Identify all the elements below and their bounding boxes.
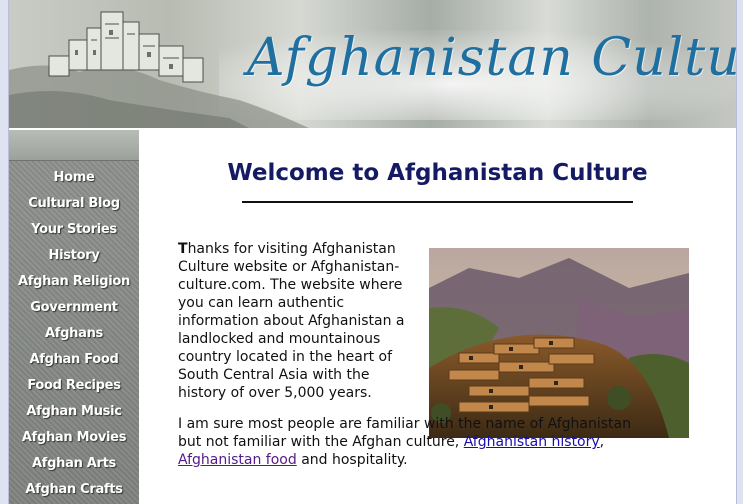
drop-letter: T <box>178 241 188 257</box>
page-title: Welcome to Afghanistan Culture <box>227 160 648 186</box>
sidebar-item-cultural-blog[interactable]: Cultural Blog <box>9 191 139 217</box>
sidebar-nav: Home Cultural Blog Your Stories History … <box>9 161 139 503</box>
intro-text: Thanks for visiting Afghanistan Culture … <box>178 240 648 482</box>
site-title: Afghanistan Culture <box>247 28 736 88</box>
sidebar-item-your-stories[interactable]: Your Stories <box>9 217 139 243</box>
afghanistan-food-link[interactable]: Afghanistan food <box>178 452 297 468</box>
sidebar-item-afghan-music[interactable]: Afghan Music <box>9 399 139 425</box>
main-content: Welcome to Afghanistan Culture Thanks fo… <box>139 130 736 504</box>
title-divider <box>242 201 633 203</box>
sidebar-cap <box>9 130 139 161</box>
sidebar-item-history[interactable]: History <box>9 243 139 269</box>
sidebar-item-afghan-movies[interactable]: Afghan Movies <box>9 425 139 451</box>
sidebar-item-afghans[interactable]: Afghans <box>9 321 139 347</box>
sidebar-item-afghan-religion[interactable]: Afghan Religion <box>9 269 139 295</box>
page-frame: Afghanistan Culture Home Cultural Blog Y… <box>8 0 737 504</box>
link-separator: , <box>599 434 605 450</box>
afghanistan-history-link[interactable]: Afghanistan history <box>464 434 600 450</box>
sidebar-item-food-recipes[interactable]: Food Recipes <box>9 373 139 399</box>
sidebar-item-afghan-crafts[interactable]: Afghan Crafts <box>9 477 139 503</box>
sidebar-item-home[interactable]: Home <box>9 165 139 191</box>
intro-paragraph-text: hanks for visiting Afghanistan Culture w… <box>178 241 405 401</box>
site-header-banner: Afghanistan Culture <box>9 0 736 128</box>
sidebar-item-afghan-arts[interactable]: Afghan Arts <box>9 451 139 477</box>
sidebar-item-government[interactable]: Government <box>9 295 139 321</box>
intro-paragraph: Thanks for visiting Afghanistan Culture … <box>178 240 410 402</box>
sidebar-item-afghan-food[interactable]: Afghan Food <box>9 347 139 373</box>
second-paragraph: I am sure most people are familiar with … <box>178 415 642 469</box>
sidebar: Home Cultural Blog Your Stories History … <box>9 130 139 504</box>
second-paragraph-end: and hospitality. <box>296 452 408 468</box>
